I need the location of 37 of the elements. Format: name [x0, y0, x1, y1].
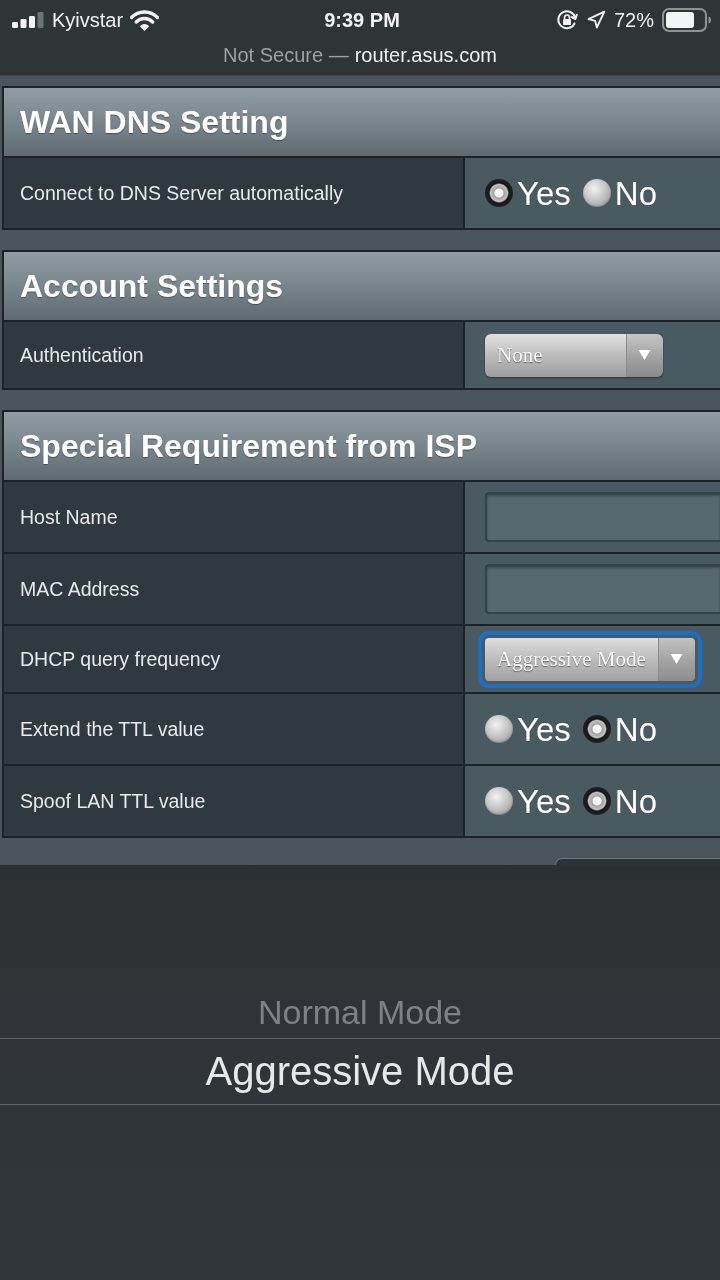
radio-label[interactable]: No [614, 712, 658, 746]
radio-button[interactable] [582, 179, 611, 207]
radio-label[interactable]: No [614, 784, 658, 818]
radio-label[interactable]: Yes [517, 176, 571, 210]
section-title: Special Requirement from ISP [20, 427, 477, 465]
signal-icon [12, 12, 45, 28]
caret-icon [626, 333, 663, 377]
caret-icon [657, 637, 695, 681]
location-arrow-icon [585, 10, 606, 30]
radio-button[interactable] [485, 179, 513, 207]
text-field[interactable] [485, 492, 720, 542]
setting-label: Connect to DNS Server automatically [20, 181, 343, 205]
setting-label: Extend the TTL value [20, 717, 205, 741]
radio-button[interactable] [485, 715, 513, 743]
wifi-icon [130, 9, 160, 31]
battery-icon [662, 8, 712, 32]
text-field[interactable] [485, 564, 720, 614]
radio-label[interactable]: Yes [517, 784, 571, 818]
picker-option[interactable]: Aggressive Mode [0, 1038, 720, 1105]
setting-label: DHCP query frequency [20, 647, 221, 671]
radio-button[interactable] [485, 787, 513, 815]
section-title: WAN DNS Setting [20, 103, 289, 141]
radio-label[interactable]: No [614, 176, 658, 210]
rotation-lock-icon [555, 9, 578, 31]
site-address[interactable]: router.asus.com [354, 44, 497, 67]
radio-label[interactable]: Yes [517, 712, 571, 746]
clock-time: 9:39 PM [324, 8, 400, 32]
setting-label: Spoof LAN TTL value [20, 789, 206, 813]
carrier-name: Kyivstar [52, 8, 124, 32]
radio-button[interactable] [582, 715, 611, 743]
setting-label: Host Name [20, 505, 118, 529]
radio-button[interactable] [582, 787, 611, 815]
security-label: Not Secure — [223, 44, 349, 67]
section-title: Account Settings [20, 267, 284, 305]
setting-label: Authentication [20, 343, 144, 367]
battery-percentage: 72% [613, 8, 654, 32]
setting-label: MAC Address [20, 577, 140, 601]
